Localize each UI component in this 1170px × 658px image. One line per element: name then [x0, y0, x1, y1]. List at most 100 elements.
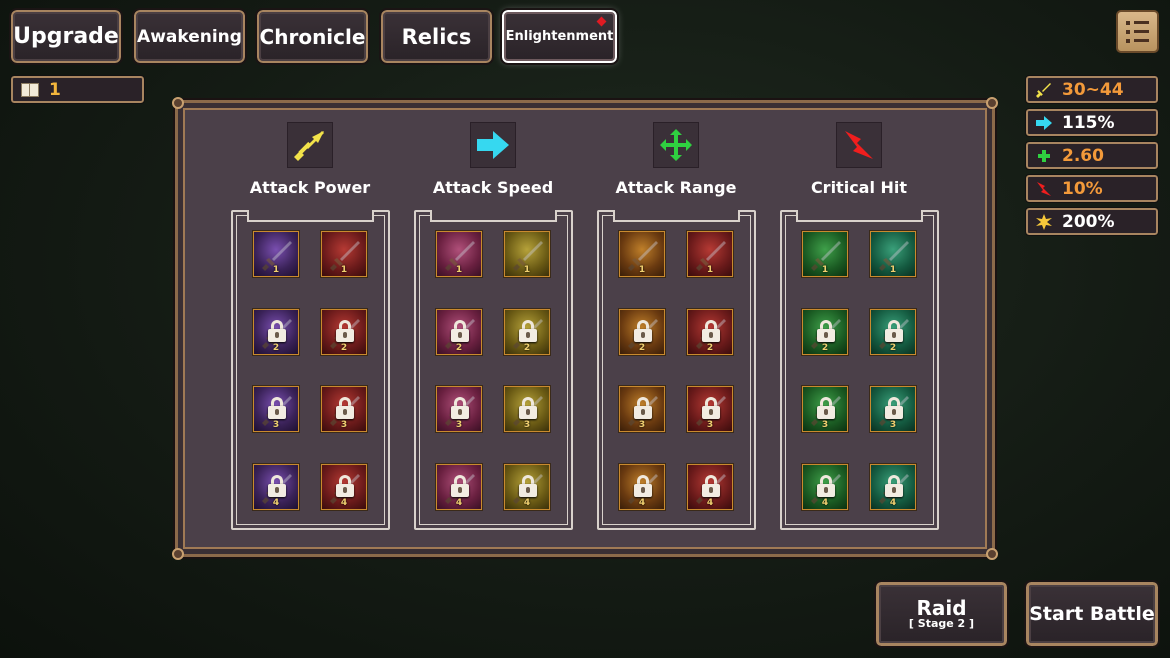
menu-button[interactable] [1116, 10, 1159, 53]
skill-slot[interactable]: 2 [619, 309, 665, 355]
tab-awakening[interactable]: Awakening [132, 8, 247, 65]
skill-slot[interactable]: 3 [253, 386, 299, 432]
category-label: Critical Hit [810, 178, 908, 197]
tab-chronicle[interactable]: Chronicle [255, 8, 370, 65]
book-counter: 1 [10, 75, 145, 104]
skill-slot[interactable]: 1 [802, 231, 848, 277]
skill-tier: 2 [455, 343, 463, 353]
lock-icon [268, 475, 286, 497]
skill-tier: 3 [340, 420, 348, 430]
skill-tier: 3 [523, 420, 531, 430]
skill-slot[interactable]: 2 [687, 309, 733, 355]
notification-dot [596, 16, 607, 27]
skill-slot[interactable]: 3 [321, 386, 367, 432]
lock-icon [885, 320, 903, 342]
skill-slot[interactable]: 2 [802, 309, 848, 355]
tab-relics[interactable]: Relics [379, 8, 494, 65]
skill-slot[interactable]: 3 [504, 386, 550, 432]
stat-attack-power: 30~44 [1025, 75, 1159, 104]
skill-tier: 1 [523, 265, 531, 275]
skill-slot[interactable]: 1 [253, 231, 299, 277]
skill-tier: 4 [889, 498, 897, 508]
sword-icon [287, 122, 333, 168]
skill-slot[interactable]: 2 [870, 309, 916, 355]
skill-tier: 1 [706, 265, 714, 275]
start-battle-button[interactable]: Start Battle [1024, 580, 1160, 648]
category-attack-power: Attack Power [225, 122, 395, 197]
sword-icon [1036, 82, 1052, 98]
skill-slot[interactable]: 4 [253, 464, 299, 510]
tab-enlightenment[interactable]: Enlightenment [500, 8, 619, 65]
range-cross-icon [653, 122, 699, 168]
skill-tier: 2 [821, 343, 829, 353]
skill-slot[interactable]: 4 [870, 464, 916, 510]
skill-tier: 4 [340, 498, 348, 508]
skill-slot[interactable]: 4 [687, 464, 733, 510]
critical-arrow-icon [1036, 181, 1052, 197]
skill-slot[interactable]: 1 [436, 231, 482, 277]
lock-icon [885, 475, 903, 497]
skill-slot[interactable]: 3 [802, 386, 848, 432]
skill-slot[interactable]: 4 [436, 464, 482, 510]
lock-icon [336, 397, 354, 419]
skill-tier: 1 [272, 265, 280, 275]
lock-icon [634, 475, 652, 497]
skill-tier: 2 [523, 343, 531, 353]
skill-slot[interactable]: 1 [870, 231, 916, 277]
tab-upgrade[interactable]: Upgrade [9, 8, 123, 65]
skill-slot[interactable]: 3 [870, 386, 916, 432]
skill-slot[interactable]: 4 [619, 464, 665, 510]
skill-slot[interactable]: 3 [619, 386, 665, 432]
category-label: Attack Range [615, 178, 737, 197]
lock-icon [451, 320, 469, 342]
lock-icon [817, 397, 835, 419]
category-label: Attack Power [249, 178, 371, 197]
skill-tier: 1 [821, 265, 829, 275]
skill-slot[interactable]: 2 [321, 309, 367, 355]
skill-slot[interactable]: 1 [321, 231, 367, 277]
stat-value: 10% [1062, 178, 1103, 199]
skill-slot[interactable]: 4 [321, 464, 367, 510]
lock-icon [336, 320, 354, 342]
skill-tier: 4 [638, 498, 646, 508]
skill-tier: 3 [706, 420, 714, 430]
skill-slot[interactable]: 1 [504, 231, 550, 277]
skill-slot[interactable]: 2 [504, 309, 550, 355]
skill-slot[interactable]: 1 [687, 231, 733, 277]
skill-slot[interactable]: 3 [436, 386, 482, 432]
skill-tier: 2 [272, 343, 280, 353]
category-attack-speed: Attack Speed [408, 122, 578, 197]
raid-button[interactable]: Raid [ Stage 2 ] [874, 580, 1009, 648]
list-icon [1126, 20, 1149, 25]
lock-icon [519, 397, 537, 419]
skill-slot[interactable]: 1 [619, 231, 665, 277]
speed-arrow-icon [470, 122, 516, 168]
skill-tier: 4 [455, 498, 463, 508]
start-battle-label: Start Battle [1029, 603, 1155, 625]
skill-tier: 1 [638, 265, 646, 275]
lock-icon [702, 320, 720, 342]
stat-value: 200% [1062, 211, 1115, 232]
skill-tier: 1 [455, 265, 463, 275]
skill-slot[interactable]: 4 [802, 464, 848, 510]
stat-value: 30~44 [1062, 79, 1124, 100]
skill-tier: 3 [455, 420, 463, 430]
skill-tier: 2 [889, 343, 897, 353]
book-count: 1 [49, 79, 61, 100]
raid-stage: [ Stage 2 ] [908, 617, 975, 630]
lock-icon [817, 320, 835, 342]
lock-icon [519, 475, 537, 497]
skill-slot[interactable]: 3 [687, 386, 733, 432]
speed-arrow-icon [1036, 115, 1052, 131]
skill-tier: 4 [523, 498, 531, 508]
stat-critical: 10% [1025, 174, 1159, 203]
tab-label: Chronicle [259, 24, 366, 49]
lock-icon [885, 397, 903, 419]
skill-slot[interactable]: 4 [504, 464, 550, 510]
skill-tier: 3 [272, 420, 280, 430]
lock-icon [702, 475, 720, 497]
skill-tier: 1 [340, 265, 348, 275]
skill-slot[interactable]: 2 [436, 309, 482, 355]
stat-attack-speed: 115% [1025, 108, 1159, 137]
skill-slot[interactable]: 2 [253, 309, 299, 355]
